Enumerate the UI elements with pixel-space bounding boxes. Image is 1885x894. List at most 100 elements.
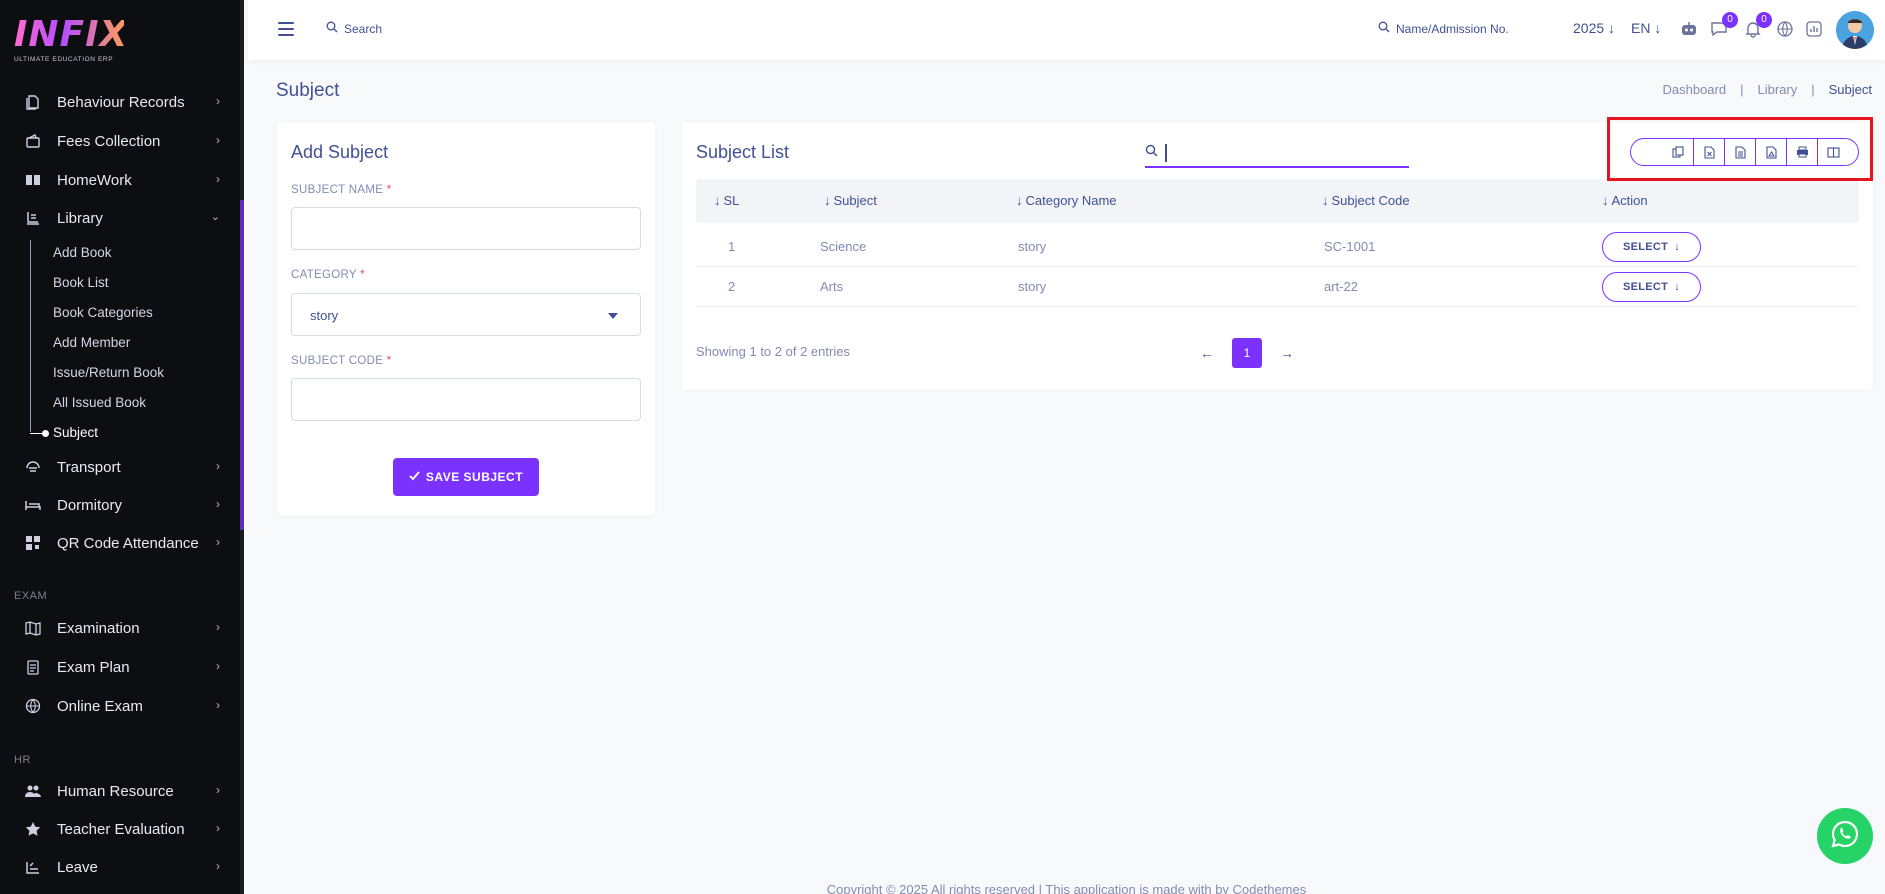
previous-page-icon[interactable]: ← [1200, 345, 1214, 361]
sidebar-item-fees-collection[interactable]: Fees Collection › [0, 123, 240, 159]
breadcrumb: Dashboard | Library | Subject [1662, 82, 1872, 97]
column-header-category-name[interactable]: ↓ Category Name [1016, 193, 1117, 208]
column-header-action[interactable]: ↓ Action [1602, 193, 1648, 208]
copy-icon[interactable] [1662, 139, 1693, 165]
submenu-item-subject[interactable]: Subject [53, 423, 98, 443]
submenu-item-all-issued-book[interactable]: All Issued Book [53, 393, 146, 413]
chevron-right-icon: › [216, 821, 220, 835]
column-header-sl[interactable]: ↓ SL [714, 193, 739, 208]
columns-icon[interactable] [1817, 139, 1848, 165]
sidebar-item-label: HomeWork [57, 171, 132, 189]
sidebar-item-library[interactable]: Library ⌄ [0, 200, 240, 236]
sort-arrow-icon: ↓ [1602, 193, 1609, 208]
submenu-item-add-member[interactable]: Add Member [53, 333, 130, 353]
language-selector[interactable]: EN ↓ [1631, 20, 1661, 36]
subject-name-label: SUBJECT NAME * [291, 184, 392, 196]
sidebar-scroll-thumb[interactable] [240, 200, 244, 530]
breadcrumb-separator: | [1811, 82, 1815, 97]
logo[interactable]: INFIX ULTIMATE EDUCATION ERP [14, 16, 127, 66]
sort-arrow-icon: ↓ [824, 193, 831, 208]
page-button-current[interactable]: 1 [1232, 338, 1262, 368]
student-search[interactable]: Name/Admission No. [1378, 21, 1509, 36]
academic-year-selector[interactable]: 2025 ↓ [1573, 20, 1615, 36]
save-subject-button[interactable]: SAVE SUBJECT [393, 458, 539, 496]
category-selected-value: story [310, 308, 339, 323]
globe-icon [24, 697, 42, 715]
chevron-right-icon: › [216, 497, 220, 511]
search-icon [1145, 144, 1158, 162]
submenu-item-book-categories[interactable]: Book Categories [53, 303, 153, 323]
breadcrumb-separator: | [1740, 82, 1744, 97]
footer-copyright: Copyright © 2025 All rights reserved | T… [826, 882, 1307, 894]
bell-icon[interactable]: 0 [1742, 12, 1772, 40]
bus-icon [24, 458, 42, 476]
save-subject-label: SAVE SUBJECT [425, 470, 524, 484]
column-header-subject[interactable]: ↓ Subject [824, 193, 877, 208]
globe-icon[interactable] [1774, 18, 1796, 40]
submenu-item-add-book[interactable]: Add Book [53, 243, 112, 263]
sidebar-item-qr-code-attendance[interactable]: QR Code Attendance › [0, 525, 240, 561]
check-icon [409, 470, 420, 484]
column-header-subject-code[interactable]: ↓ Subject Code [1322, 193, 1410, 208]
sidebar-item-label: Online Exam [57, 697, 143, 715]
submenu-item-issue-return-book[interactable]: Issue/Return Book [53, 363, 164, 383]
users-icon [24, 782, 42, 800]
menu-toggle-button[interactable] [278, 22, 294, 36]
sidebar-item-label: Examination [57, 619, 140, 637]
whatsapp-button[interactable] [1817, 808, 1873, 864]
sidebar-item-teacher-evaluation[interactable]: Teacher Evaluation › [0, 811, 240, 847]
csv-icon[interactable] [1724, 139, 1755, 165]
arrow-down-icon: ↓ [1608, 20, 1616, 36]
sidebar-item-dormitory[interactable]: Dormitory › [0, 487, 240, 523]
subject-list-title: Subject List [696, 142, 790, 162]
arrow-down-icon: ↓ [1654, 20, 1662, 36]
sidebar-item-examination[interactable]: Examination › [0, 610, 240, 646]
page-title: Subject [276, 80, 340, 101]
sidebar-item-exam-plan[interactable]: Exam Plan › [0, 649, 240, 685]
sidebar-item-label: Leave [57, 858, 98, 876]
row-select-button[interactable]: SELECT ↓ [1602, 272, 1701, 302]
notification-badge: 0 [1756, 12, 1772, 28]
table-header: ↓ SL ↓ Subject ↓ Category Name ↓ Subject Cod… [696, 179, 1859, 223]
sidebar-item-label: Dormitory [57, 496, 123, 514]
sidebar-item-homework[interactable]: HomeWork › [0, 162, 240, 198]
sidebar-item-label: Behaviour Records [57, 93, 185, 111]
robot-icon[interactable] [1678, 18, 1700, 40]
excel-icon[interactable] [1693, 139, 1724, 165]
print-icon[interactable] [1786, 139, 1817, 165]
table-search-input[interactable] [1145, 132, 1409, 168]
qr-icon [24, 534, 42, 552]
subject-code-input[interactable] [291, 378, 641, 421]
sidebar-item-label: Library [57, 209, 103, 227]
cell-category: story [1018, 279, 1047, 294]
arrow-down-icon: ↓ [1674, 281, 1680, 293]
clipboard-icon [24, 658, 42, 676]
subject-name-input[interactable] [291, 207, 641, 250]
breadcrumb-dashboard[interactable]: Dashboard [1662, 82, 1726, 97]
category-select[interactable]: story [291, 293, 641, 336]
pdf-icon[interactable] [1755, 139, 1786, 165]
sidebar-item-leave[interactable]: Leave › [0, 849, 240, 885]
user-avatar[interactable] [1836, 11, 1874, 49]
arrow-down-icon: ↓ [1674, 241, 1680, 253]
pagination: ← 1 → [1200, 338, 1294, 368]
text-cursor [1165, 144, 1167, 162]
sort-arrow-icon: ↓ [714, 193, 721, 208]
sidebar-item-transport[interactable]: Transport › [0, 449, 240, 485]
breadcrumb-library[interactable]: Library [1757, 82, 1797, 97]
row-select-button[interactable]: SELECT ↓ [1602, 232, 1701, 262]
language-value: EN [1631, 20, 1651, 36]
cell-subject: Arts [820, 279, 844, 294]
sidebar-item-online-exam[interactable]: Online Exam › [0, 688, 240, 724]
chat-icon[interactable]: 0 [1708, 12, 1738, 40]
submenu-item-book-list[interactable]: Book List [53, 273, 109, 293]
top-header: Search Name/Admission No. 2025 ↓ EN ↓ 0 … [248, 0, 1885, 60]
sidebar-item-human-resource[interactable]: Human Resource › [0, 773, 240, 809]
leave-icon [24, 858, 42, 876]
analytics-icon[interactable] [1803, 18, 1825, 40]
sidebar-item-label: Fees Collection [57, 132, 161, 150]
next-page-icon[interactable]: → [1280, 345, 1294, 361]
sidebar-item-behaviour-records[interactable]: Behaviour Records › [0, 84, 240, 120]
global-search[interactable]: Search [326, 21, 382, 36]
export-button-group [1630, 138, 1859, 166]
